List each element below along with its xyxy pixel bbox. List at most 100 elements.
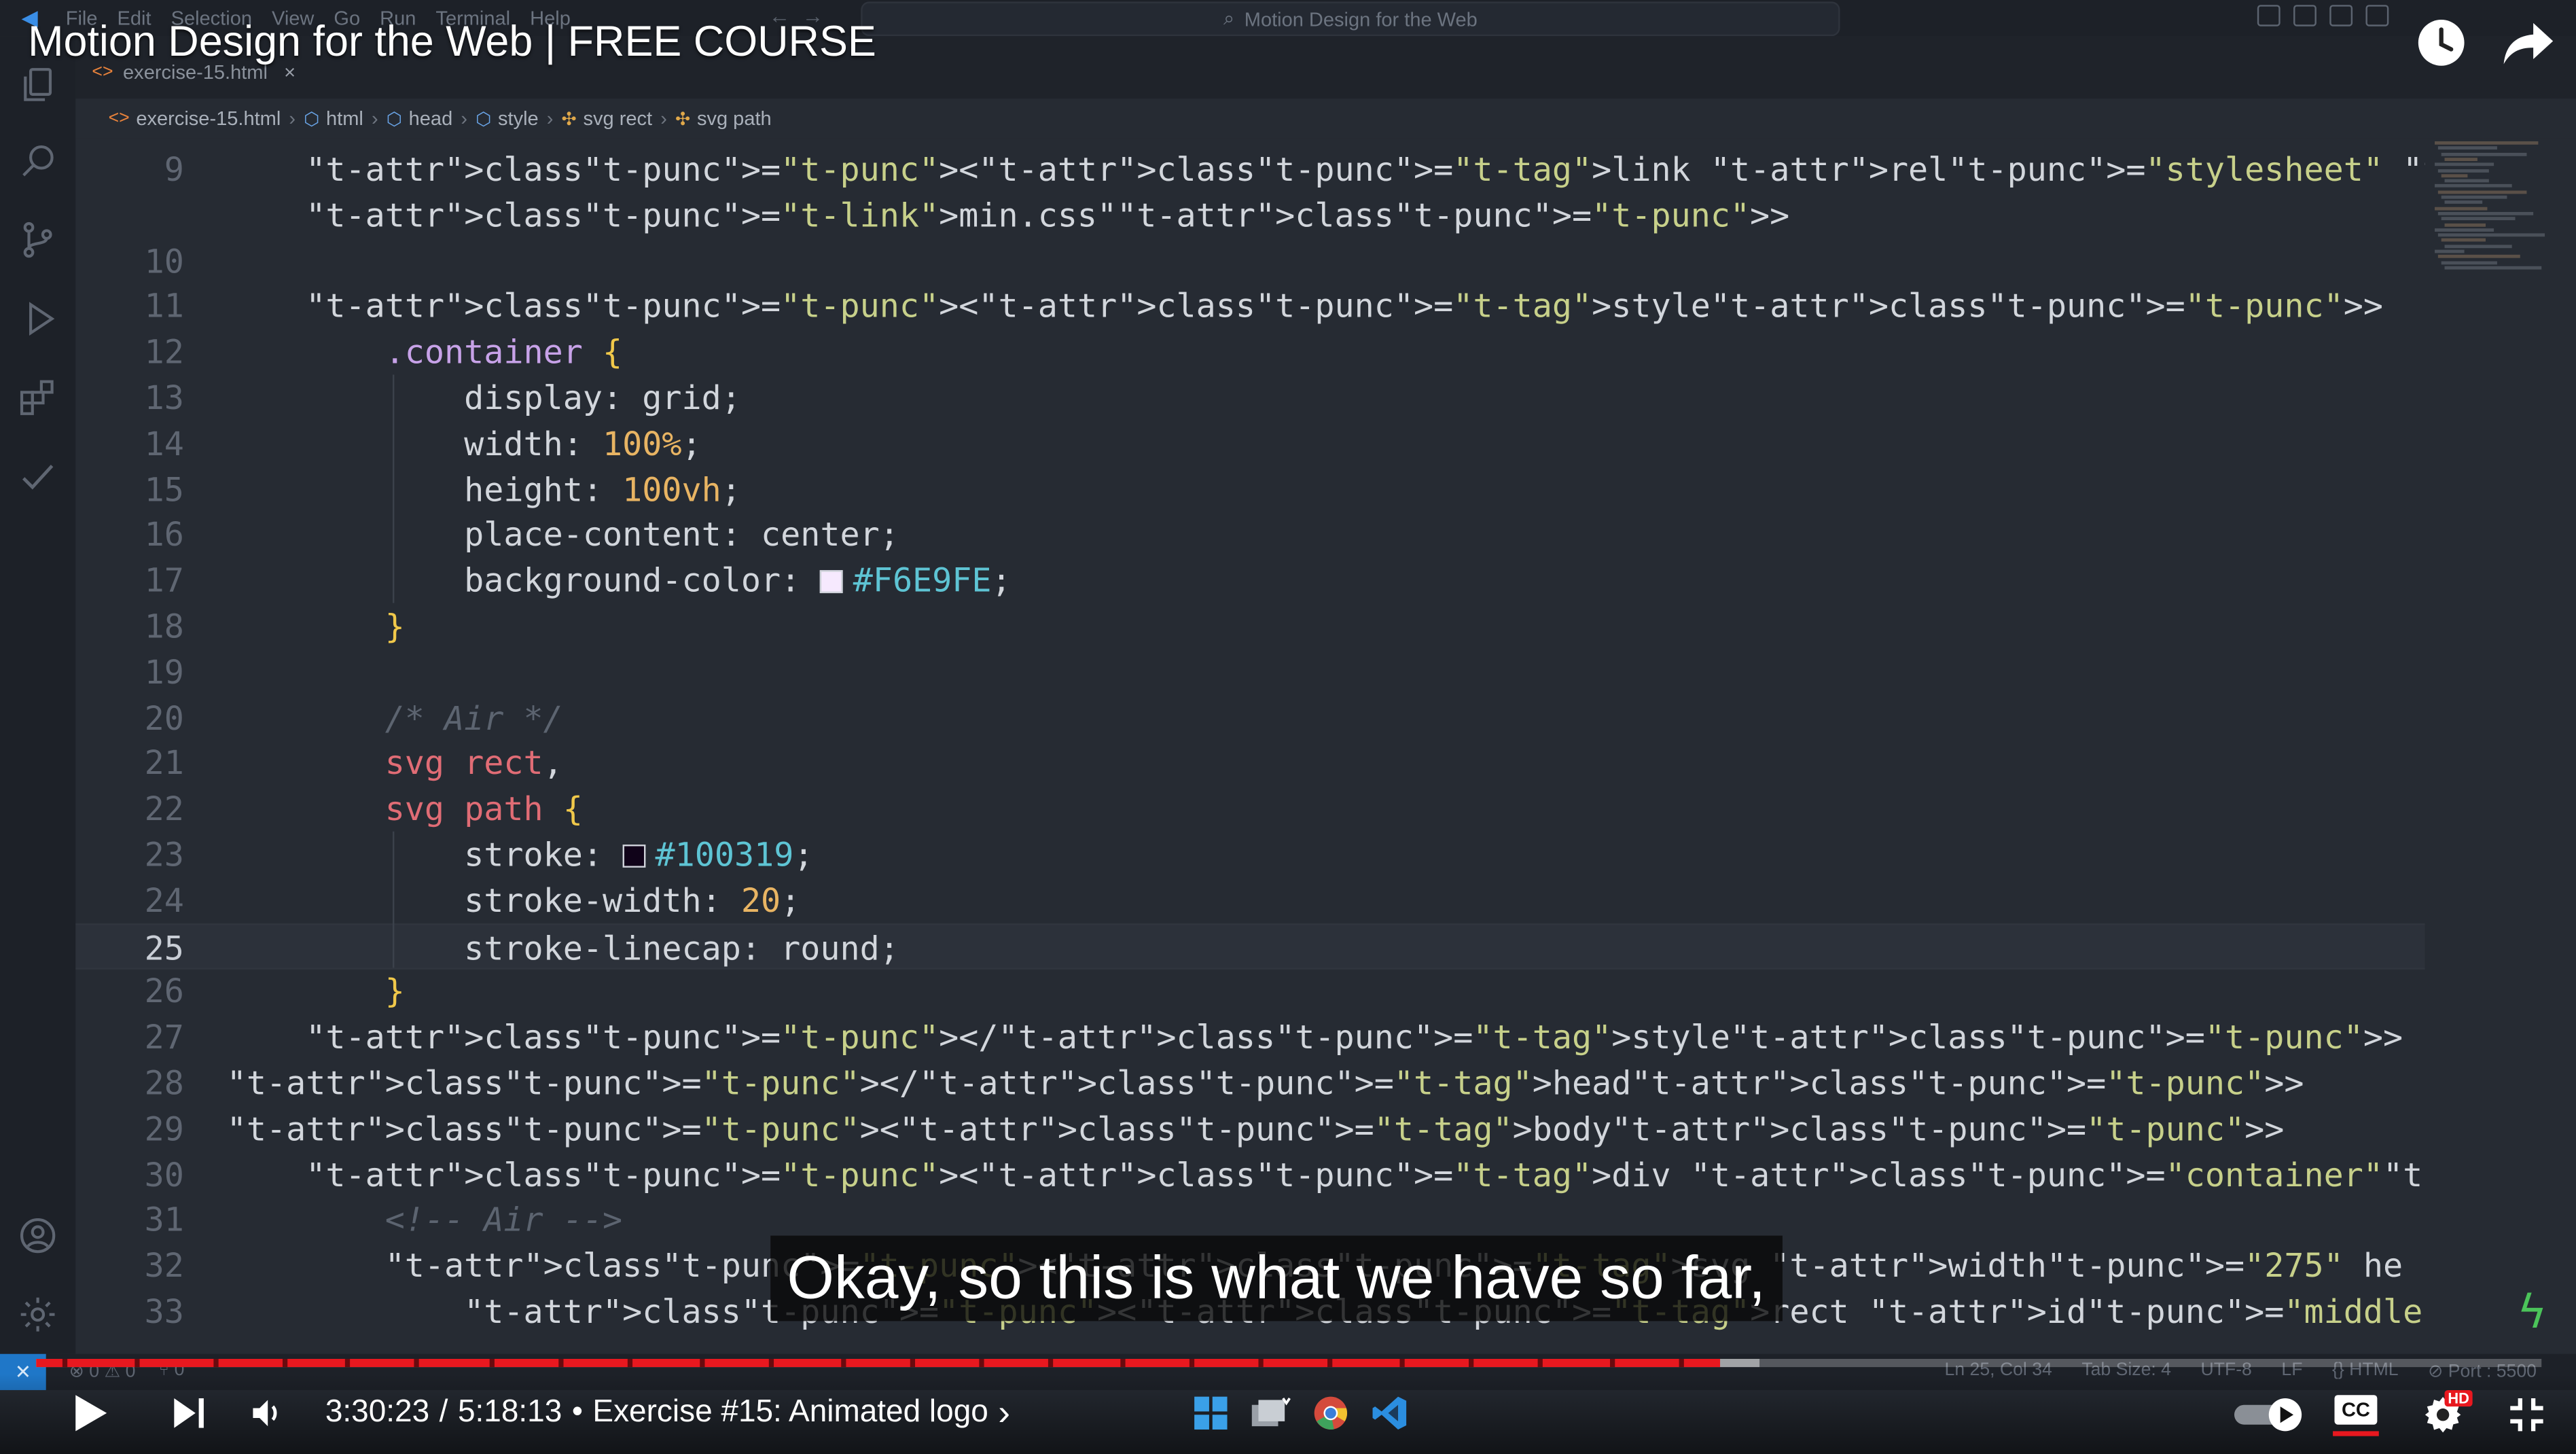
minimap-line bbox=[2444, 266, 2543, 270]
minimap[interactable] bbox=[2428, 138, 2576, 1354]
chevron-right-icon: › bbox=[289, 107, 296, 130]
code-line[interactable]: 26 } bbox=[75, 968, 2425, 1014]
settings-gear-icon[interactable] bbox=[15, 1292, 61, 1338]
selector-icon: ✣ bbox=[561, 109, 577, 129]
code-line[interactable]: 28 "t-attr">class"t-punc">="t-punc"></"t-… bbox=[75, 1060, 2425, 1106]
chapter-marker bbox=[1258, 1358, 1264, 1368]
line-number: 26 bbox=[144, 972, 184, 1012]
code-line[interactable]: 23 stroke: #100319; bbox=[75, 832, 2425, 878]
chrome-icon[interactable] bbox=[1311, 1394, 1350, 1433]
file-explorer-icon[interactable] bbox=[1249, 1395, 1291, 1431]
share-icon[interactable] bbox=[2501, 16, 2556, 75]
code-line[interactable]: 13 display: grid; bbox=[75, 374, 2425, 421]
line-number: 20 bbox=[144, 697, 184, 737]
toggle-panel-icon[interactable] bbox=[2293, 5, 2316, 26]
minimap-line bbox=[2435, 184, 2512, 188]
minimap-line bbox=[2437, 168, 2488, 172]
code-text: /* Air */ bbox=[226, 697, 563, 737]
extensions-icon[interactable] bbox=[15, 374, 61, 421]
code-text: "t-attr">class"t-punc">="t-link">min.css… bbox=[306, 195, 1790, 235]
code-editor[interactable]: 9 "t-attr">class"t-punc">="t-punc"><"t-a… bbox=[75, 138, 2425, 1354]
code-line[interactable]: 11 "t-attr">class"t-punc">="t-punc"><"t-… bbox=[75, 283, 2425, 330]
chapter-title[interactable]: Exercise #15: Animated logo bbox=[592, 1395, 988, 1431]
line-number: 14 bbox=[144, 423, 184, 463]
code-line[interactable]: 19 bbox=[75, 649, 2425, 695]
breadcrumb-html[interactable]: ⬡ html bbox=[304, 107, 363, 130]
chapter-marker bbox=[979, 1358, 984, 1368]
captions-active-indicator bbox=[2333, 1431, 2379, 1436]
command-center[interactable]: ⌕ Motion Design for the Web bbox=[861, 1, 1840, 37]
run-debug-icon[interactable] bbox=[15, 296, 61, 342]
minimap-line bbox=[2444, 157, 2477, 161]
minimap-line bbox=[2435, 162, 2494, 166]
customize-layout-icon[interactable] bbox=[2365, 5, 2389, 26]
settings-gear-icon[interactable]: HD bbox=[2422, 1389, 2473, 1436]
account-icon[interactable] bbox=[15, 1213, 61, 1259]
code-line[interactable]: 14 width: 100%; bbox=[75, 421, 2425, 467]
captions-button[interactable]: CC bbox=[2333, 1395, 2379, 1436]
code-line[interactable]: 27 "t-attr">class"t-punc">="t-punc"></"t… bbox=[75, 1014, 2425, 1061]
vscode-taskbar-icon[interactable] bbox=[1370, 1394, 1410, 1433]
code-line[interactable]: 10 bbox=[75, 238, 2425, 284]
toggle-secondary-sidebar-icon[interactable] bbox=[2329, 5, 2353, 26]
code-line[interactable]: 17 background-color: #F6E9FE; bbox=[75, 557, 2425, 603]
chapter-marker bbox=[282, 1358, 288, 1368]
code-line[interactable]: "t-attr">class"t-punc">="t-link">min.css… bbox=[75, 192, 2425, 238]
total-time: 5:18:13 bbox=[457, 1395, 562, 1430]
code-line[interactable]: 25 stroke-linecap: round; bbox=[75, 923, 2425, 969]
code-line[interactable]: 16 place-content: center; bbox=[75, 512, 2425, 558]
code-line[interactable]: 20 /* Air */ bbox=[75, 694, 2425, 741]
watch-later-icon[interactable] bbox=[2415, 16, 2467, 75]
exit-fullscreen-icon[interactable] bbox=[2507, 1395, 2546, 1434]
minimap-line bbox=[2437, 190, 2527, 194]
source-control-icon[interactable] bbox=[15, 217, 61, 263]
line-number: 22 bbox=[144, 789, 184, 829]
activity-bar bbox=[0, 36, 76, 1354]
breadcrumb-head[interactable]: ⬡ head bbox=[387, 107, 452, 130]
minimap-line bbox=[2444, 244, 2513, 248]
line-number: 18 bbox=[144, 606, 184, 646]
minimap-line bbox=[2437, 146, 2497, 150]
minimap-line bbox=[2437, 211, 2533, 215]
color-swatch[interactable] bbox=[622, 845, 646, 868]
line-number: 21 bbox=[144, 743, 184, 783]
checkmark-icon[interactable] bbox=[15, 453, 61, 499]
breadcrumb-svg-path[interactable]: ✣ svg path bbox=[675, 107, 772, 130]
next-button[interactable] bbox=[171, 1395, 207, 1431]
command-center-label: Motion Design for the Web bbox=[1244, 7, 1478, 31]
indent-guide bbox=[392, 374, 395, 603]
code-line[interactable]: 21 svg rect, bbox=[75, 740, 2425, 786]
minimap-line bbox=[2444, 222, 2486, 226]
chapter-marker bbox=[135, 1358, 140, 1368]
breadcrumb-style[interactable]: ⬡ style bbox=[476, 107, 539, 130]
windows-start-icon[interactable] bbox=[1193, 1395, 1229, 1431]
code-text: display: grid; bbox=[226, 378, 741, 418]
code-line[interactable]: 18 } bbox=[75, 603, 2425, 650]
code-text: stroke-width: 20; bbox=[226, 880, 801, 920]
line-number: 30 bbox=[144, 1154, 184, 1194]
play-button[interactable] bbox=[69, 1390, 112, 1436]
breadcrumb-svg-rect[interactable]: ✣ svg rect bbox=[562, 107, 653, 130]
minimap-line bbox=[2441, 238, 2486, 243]
code-text: width: 100%; bbox=[226, 423, 702, 463]
video-title[interactable]: Motion Design for the Web | FREE COURSE bbox=[28, 16, 876, 67]
code-line[interactable]: 30 "t-attr">class"t-punc">="t-punc"><"t-… bbox=[75, 1151, 2425, 1197]
color-swatch[interactable] bbox=[820, 570, 844, 594]
toggle-primary-sidebar-icon[interactable] bbox=[2257, 5, 2280, 26]
search-icon[interactable] bbox=[15, 138, 61, 184]
code-line[interactable]: 29 "t-attr">class"t-punc">="t-punc"><"t-a… bbox=[75, 1105, 2425, 1152]
code-line[interactable]: 22 svg path { bbox=[75, 785, 2425, 832]
progress-bar[interactable] bbox=[36, 1358, 2542, 1368]
code-line[interactable]: 12 .container { bbox=[75, 329, 2425, 375]
breadcrumb-file[interactable]: <> exercise-15.html bbox=[109, 107, 281, 130]
chevron-right-icon[interactable]: › bbox=[998, 1391, 1010, 1434]
code-line[interactable]: 9 "t-attr">class"t-punc">="t-punc"><"t-a… bbox=[75, 146, 2425, 192]
explorer-icon[interactable] bbox=[15, 63, 61, 109]
code-line[interactable]: 15 height: 100vh; bbox=[75, 466, 2425, 512]
autoplay-toggle[interactable] bbox=[2231, 1397, 2306, 1433]
line-number: 31 bbox=[144, 1200, 184, 1240]
line-number: 19 bbox=[144, 652, 184, 692]
code-line[interactable]: 24 stroke-width: 20; bbox=[75, 877, 2425, 923]
volume-icon[interactable] bbox=[250, 1397, 289, 1430]
windows-taskbar bbox=[1193, 1394, 1410, 1433]
